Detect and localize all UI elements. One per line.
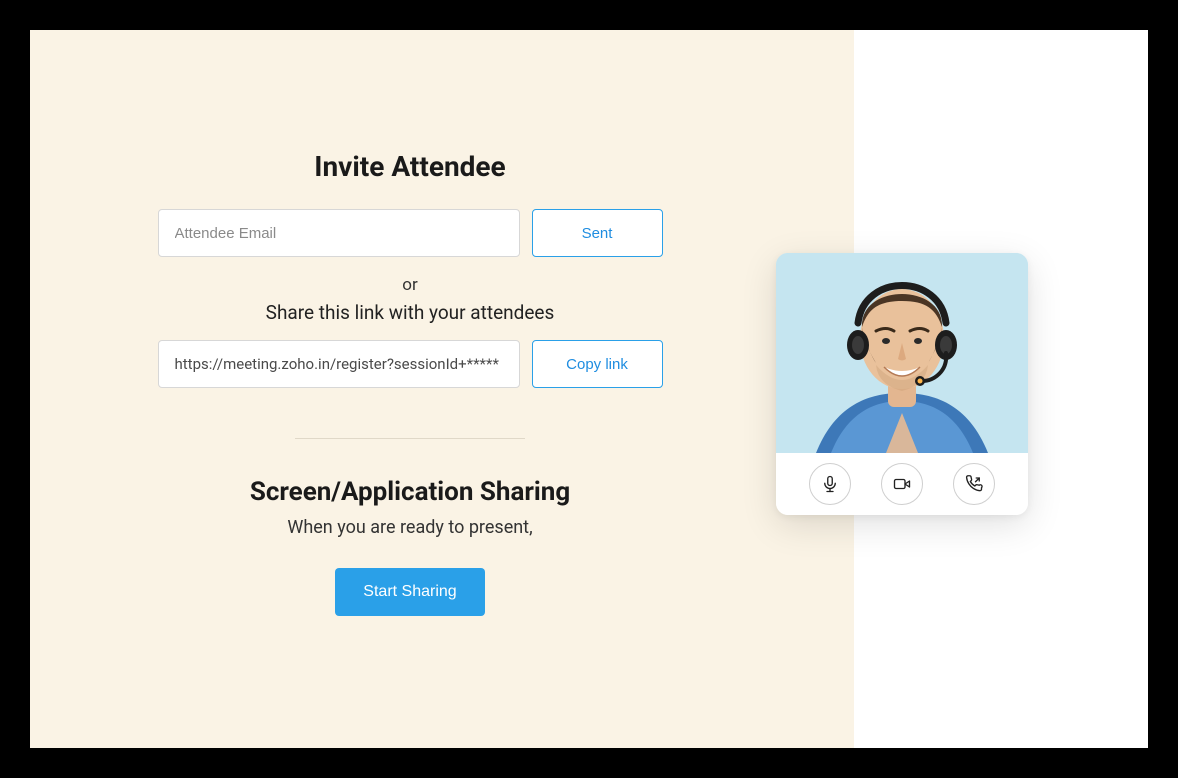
section-divider: [295, 438, 525, 439]
invite-title: Invite Attendee: [140, 150, 680, 183]
share-link-text: https://meeting.zoho.in/register?session…: [175, 355, 499, 373]
app-canvas: Invite Attendee Sent or Share this link …: [30, 30, 1148, 748]
microphone-icon: [821, 475, 839, 493]
video-controls: [776, 453, 1028, 515]
phone-button[interactable]: [953, 463, 995, 505]
sharing-title: Screen/Application Sharing: [140, 477, 680, 507]
start-sharing-button[interactable]: Start Sharing: [335, 568, 484, 616]
or-label: or: [140, 275, 680, 295]
camera-icon: [892, 475, 912, 493]
microphone-button[interactable]: [809, 463, 851, 505]
main-panel: Invite Attendee Sent or Share this link …: [30, 30, 854, 748]
sent-button[interactable]: Sent: [532, 209, 663, 257]
copy-link-button[interactable]: Copy link: [532, 340, 663, 388]
share-instruction: Share this link with your attendees: [140, 301, 680, 324]
invite-section: Invite Attendee Sent or Share this link …: [140, 150, 680, 616]
email-row: Sent: [140, 209, 680, 257]
participant-video: [776, 253, 1028, 453]
video-preview-tile: [776, 253, 1028, 515]
phone-icon: [965, 475, 983, 493]
share-link-display[interactable]: https://meeting.zoho.in/register?session…: [158, 340, 520, 388]
camera-button[interactable]: [881, 463, 923, 505]
link-row: https://meeting.zoho.in/register?session…: [140, 340, 680, 388]
attendee-email-input[interactable]: [158, 209, 520, 257]
sharing-subtitle: When you are ready to present,: [140, 517, 680, 538]
